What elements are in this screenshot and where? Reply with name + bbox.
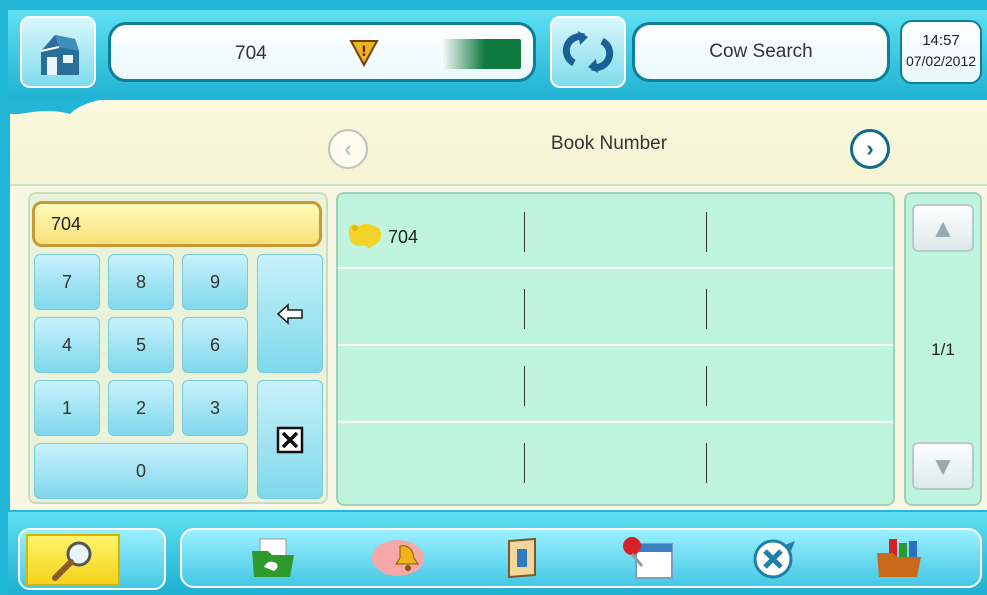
selector-label: Book Number <box>550 133 668 154</box>
key-7[interactable]: 7 <box>34 254 100 310</box>
list-item[interactable] <box>338 271 893 346</box>
column-divider <box>706 366 707 406</box>
scroll-down-button[interactable]: ▼ <box>912 442 974 490</box>
alarm-cow-icon <box>372 540 424 576</box>
column-divider <box>706 443 707 483</box>
selector-bar <box>10 100 987 186</box>
key-0[interactable]: 0 <box>34 443 248 499</box>
calendar-pin-icon <box>623 537 673 579</box>
key-4[interactable]: 4 <box>34 317 100 373</box>
key-3[interactable]: 3 <box>182 380 248 436</box>
key-5[interactable]: 5 <box>108 317 174 373</box>
key-8[interactable]: 8 <box>108 254 174 310</box>
column-divider <box>524 366 525 406</box>
clear-x-icon <box>276 426 304 453</box>
clear-button[interactable] <box>257 380 323 499</box>
results-list: 704 <box>336 192 895 506</box>
keypad-display[interactable]: 704 <box>32 201 322 247</box>
heat-icon <box>753 539 795 579</box>
calf-folder-icon <box>252 538 294 577</box>
barn-icon <box>40 35 79 75</box>
column-divider <box>706 212 707 252</box>
book-button[interactable] <box>496 536 546 580</box>
report-folder-button[interactable] <box>874 536 924 580</box>
next-button[interactable]: › <box>850 129 890 169</box>
column-divider <box>524 212 525 252</box>
refresh-button[interactable] <box>550 16 626 88</box>
list-item[interactable]: 704 <box>338 194 893 269</box>
barn-button[interactable] <box>20 16 96 88</box>
screen-title: Cow Search <box>709 41 813 62</box>
cow-number-panel[interactable]: 704 ! <box>108 22 536 82</box>
column-divider <box>706 289 707 329</box>
key-6[interactable]: 6 <box>182 317 248 373</box>
cow-icon <box>346 220 384 255</box>
prev-button[interactable]: ‹ <box>328 129 368 169</box>
calf-folder-button[interactable] <box>248 536 298 580</box>
book-icon <box>508 537 536 579</box>
list-item[interactable] <box>338 425 893 500</box>
list-item[interactable] <box>338 348 893 423</box>
arrow-down-icon: ▼ <box>930 450 956 481</box>
backspace-arrow-icon <box>276 302 303 325</box>
search-button[interactable] <box>26 534 120 586</box>
function-dock <box>180 528 982 588</box>
clock-date: 07/02/2012 <box>905 53 977 69</box>
clock-panel: 14:57 07/02/2012 <box>900 20 982 84</box>
status-progress-bar <box>441 39 521 69</box>
column-divider <box>524 289 525 329</box>
calendar-button[interactable] <box>620 536 676 580</box>
keypad-display-value: 704 <box>51 214 82 234</box>
key-9[interactable]: 9 <box>182 254 248 310</box>
heat-warning-icon: ! <box>347 37 381 75</box>
scroll-up-button[interactable]: ▲ <box>912 204 974 252</box>
page-indicator: 1/1 <box>931 340 955 359</box>
refresh-icon <box>562 31 614 73</box>
key-1[interactable]: 1 <box>34 380 100 436</box>
clock-time: 14:57 <box>922 32 960 49</box>
search-icon <box>52 541 92 581</box>
wave-decoration <box>10 100 130 120</box>
arrow-up-icon: ▲ <box>930 212 956 243</box>
screen-title-panel: Cow Search <box>632 22 890 82</box>
chevron-left-icon: ‹ <box>344 136 352 161</box>
cow-number: 704 <box>235 43 267 64</box>
column-divider <box>524 443 525 483</box>
alarm-cow-button[interactable] <box>370 536 432 580</box>
report-folder-icon <box>877 539 921 577</box>
key-2[interactable]: 2 <box>108 380 174 436</box>
pager-panel: ▲ 1/1 ▼ <box>904 192 982 506</box>
heat-button[interactable] <box>750 536 800 580</box>
svg-text:!: ! <box>361 44 367 60</box>
backspace-button[interactable] <box>257 254 323 373</box>
chevron-right-icon: › <box>866 136 874 161</box>
cow-number-cell: 704 <box>388 227 419 247</box>
